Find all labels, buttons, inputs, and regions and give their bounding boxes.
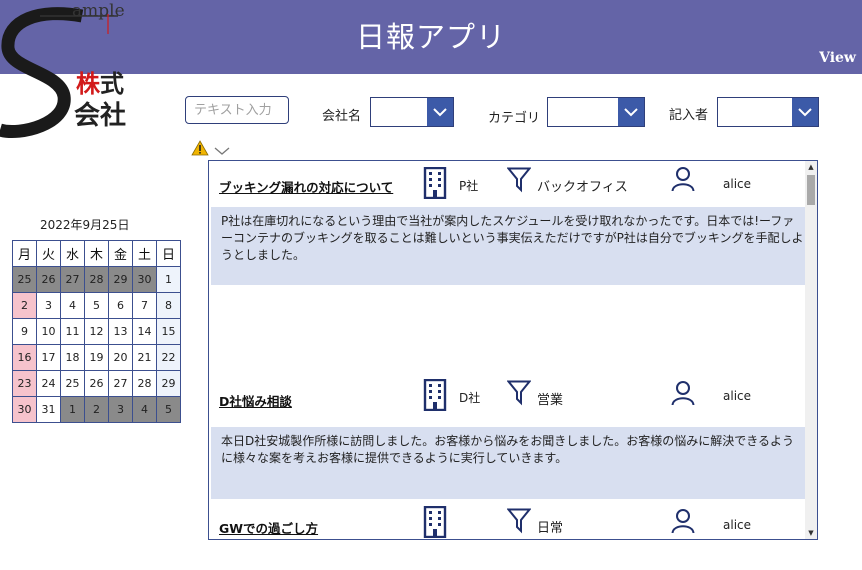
report-list: ブッキング漏れの対応について P社 バックオフィス alice P社は在庫切れに… [208, 160, 818, 540]
chevron-down-icon[interactable] [427, 98, 453, 126]
weekday-header: 月 [12, 240, 37, 267]
filter-icon [506, 508, 532, 538]
building-icon [423, 505, 447, 539]
calendar-day[interactable]: 27 [108, 370, 133, 397]
calendar-day[interactable]: 21 [132, 344, 157, 371]
report-company: D社 [459, 391, 481, 405]
calendar-day[interactable]: 10 [36, 318, 61, 345]
report-category: 日常 [537, 521, 564, 536]
calendar-day[interactable]: 4 [60, 292, 85, 319]
calendar-day[interactable]: 28 [84, 266, 109, 293]
weekday-header: 日 [156, 240, 181, 267]
calendar-day[interactable]: 27 [60, 266, 85, 293]
calendar-day[interactable]: 11 [60, 318, 85, 345]
chevron-down-icon[interactable] [618, 98, 644, 126]
report-body: 本日D社安城製作所様に訪問しました。お客様から悩みをお聞きしました。お客様の悩み… [211, 427, 805, 499]
calendar-day[interactable]: 9 [12, 318, 37, 345]
scroll-up-icon[interactable]: ▲ [805, 161, 817, 173]
calendar-day[interactable]: 17 [36, 344, 61, 371]
list-item[interactable]: GWでの過ごし方 日常 alice [209, 504, 805, 539]
list-item[interactable]: D社悩み相談 D社 営業 alice 本日D社安城製作所様に訪問しました。お客様… [209, 375, 805, 505]
calendar-day[interactable]: 1 [60, 396, 85, 423]
calendar-day[interactable]: 19 [84, 344, 109, 371]
weekday-header: 金 [108, 240, 133, 267]
category-dropdown[interactable] [547, 97, 645, 127]
calendar: 月 火 水 木 金 土 日 25 26 27 28 29 30 1 2 3 4 … [12, 240, 181, 423]
calendar-day[interactable]: 22 [156, 344, 181, 371]
calendar-day[interactable]: 3 [36, 292, 61, 319]
logo-sample-text: ample [72, 1, 125, 21]
chevron-down-icon[interactable] [792, 98, 818, 126]
report-title[interactable]: D社悩み相談 [219, 391, 292, 410]
building-icon [423, 166, 447, 203]
author-label: 記入者 [669, 108, 709, 123]
report-author: alice [723, 177, 752, 191]
warning-icon [191, 140, 209, 160]
calendar-day[interactable]: 20 [108, 344, 133, 371]
company-label: 会社名 [322, 109, 362, 124]
report-body: P社は在庫切れになるという理由で当社が案内したスケジュールを受け取れなかったです… [211, 207, 805, 285]
calendar-day[interactable]: 30 [12, 396, 37, 423]
company-logo: ample 株式 会社 [0, 0, 140, 140]
weekday-header: 木 [84, 240, 109, 267]
calendar-day[interactable]: 26 [36, 266, 61, 293]
scroll-down-icon[interactable]: ▼ [805, 527, 817, 539]
calendar-day[interactable]: 24 [36, 370, 61, 397]
filter-icon [506, 167, 532, 197]
calendar-day[interactable]: 4 [132, 396, 157, 423]
weekday-header: 水 [60, 240, 85, 267]
calendar-day[interactable]: 29 [156, 370, 181, 397]
filter-icon [506, 380, 532, 410]
calendar-day[interactable]: 14 [132, 318, 157, 345]
user-icon [671, 380, 695, 410]
company-dropdown[interactable] [370, 97, 454, 127]
calendar-day[interactable]: 25 [60, 370, 85, 397]
calendar-day[interactable]: 6 [108, 292, 133, 319]
report-author: alice [723, 389, 752, 403]
calendar-title: 2022年9月25日 [40, 218, 130, 232]
calendar-day[interactable]: 29 [108, 266, 133, 293]
chevron-down-icon[interactable] [214, 141, 230, 160]
logo-kabushiki: 株式 [76, 69, 124, 98]
report-author: alice [723, 518, 752, 532]
calendar-day[interactable]: 2 [12, 292, 37, 319]
calendar-day[interactable]: 12 [84, 318, 109, 345]
report-category: 営業 [537, 393, 564, 408]
calendar-day[interactable]: 28 [132, 370, 157, 397]
calendar-day[interactable]: 31 [36, 396, 61, 423]
scroll-thumb[interactable] [807, 175, 815, 205]
calendar-day[interactable]: 23 [12, 370, 37, 397]
calendar-day[interactable]: 5 [156, 396, 181, 423]
calendar-day[interactable]: 8 [156, 292, 181, 319]
calendar-day[interactable]: 3 [108, 396, 133, 423]
calendar-day[interactable]: 7 [132, 292, 157, 319]
report-category: バックオフィス [537, 180, 628, 195]
calendar-day[interactable]: 25 [12, 266, 37, 293]
calendar-day[interactable]: 2 [84, 396, 109, 423]
calendar-day[interactable]: 1 [156, 266, 181, 293]
calendar-day[interactable]: 26 [84, 370, 109, 397]
report-title[interactable]: GWでの過ごし方 [219, 518, 318, 537]
user-icon [671, 508, 695, 538]
weekday-header: 土 [132, 240, 157, 267]
calendar-day[interactable]: 15 [156, 318, 181, 345]
calendar-day[interactable]: 16 [12, 344, 37, 371]
author-dropdown[interactable] [717, 97, 819, 127]
calendar-day[interactable]: 30 [132, 266, 157, 293]
weekday-header: 火 [36, 240, 61, 267]
building-icon [423, 378, 447, 415]
category-label: カテゴリ [488, 111, 541, 126]
scrollbar[interactable]: ▲ ▼ [805, 161, 817, 539]
calendar-day[interactable]: 5 [84, 292, 109, 319]
user-icon [671, 166, 695, 196]
report-title[interactable]: ブッキング漏れの対応について [219, 177, 393, 196]
view-link[interactable]: View [819, 50, 856, 66]
calendar-day[interactable]: 13 [108, 318, 133, 345]
search-input[interactable] [185, 96, 289, 124]
list-item[interactable]: ブッキング漏れの対応について P社 バックオフィス alice P社は在庫切れに… [209, 161, 805, 373]
calendar-day[interactable]: 18 [60, 344, 85, 371]
report-company: P社 [459, 179, 479, 193]
logo-kaisha: 会社 [74, 101, 127, 131]
